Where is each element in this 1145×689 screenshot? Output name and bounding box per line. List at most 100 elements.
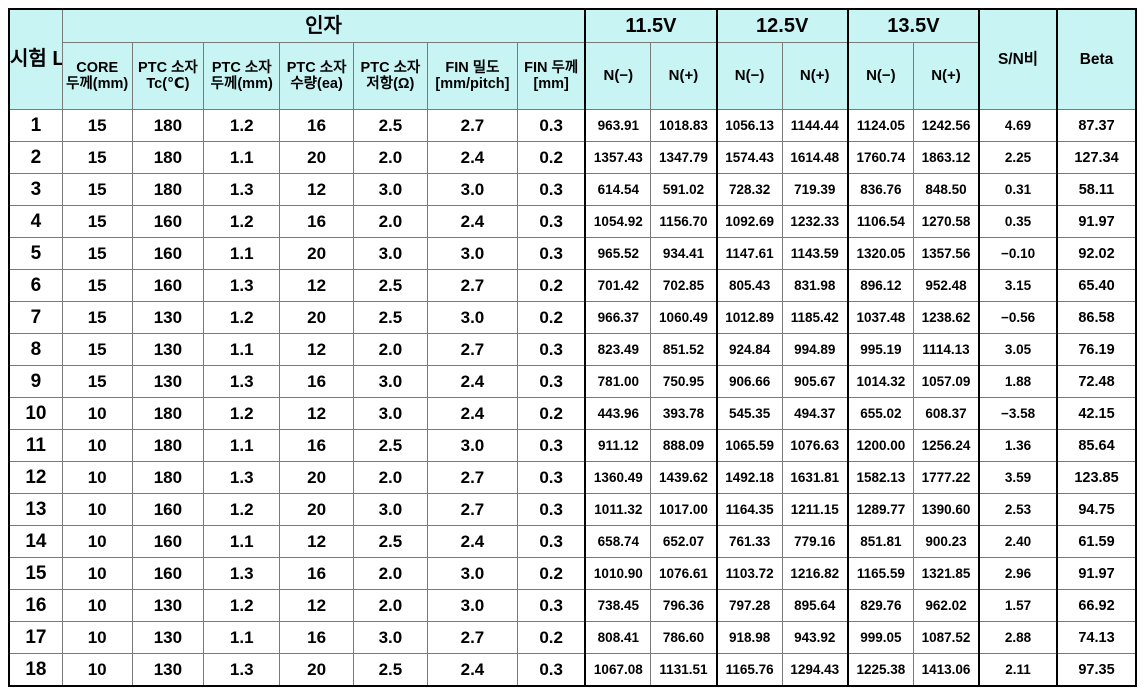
cell-fin-thickness: 0.3 bbox=[517, 205, 586, 238]
cell-n-minus-11-5v: 966.37 bbox=[584, 301, 652, 334]
header-n-plus-12-5v: N(+) bbox=[781, 42, 849, 110]
cell-n-minus-12-5v: 924.84 bbox=[715, 333, 783, 366]
cell-core-thickness: 15 bbox=[61, 301, 133, 334]
cell-ptc-tc: 160 bbox=[131, 493, 205, 526]
cell-n-plus-11-5v: 1156.70 bbox=[650, 205, 718, 238]
cell-ptc-thickness: 1.3 bbox=[203, 461, 281, 494]
header-sn-ratio: S/N비 bbox=[978, 8, 1058, 110]
header-n-plus-11-5v: N(+) bbox=[650, 42, 718, 110]
cell-fin-thickness: 0.3 bbox=[517, 461, 586, 494]
header-fin-density: FIN 밀도 [mm/pitch] bbox=[426, 42, 519, 110]
cell-core-thickness: 15 bbox=[61, 109, 133, 142]
cell-sn-ratio: −3.58 bbox=[978, 397, 1058, 430]
cell-n-minus-11-5v: 963.91 bbox=[584, 109, 652, 142]
header-ptc-thickness-line2: 두께(mm) bbox=[210, 76, 273, 92]
header-n-minus-11-5v: N(−) bbox=[584, 42, 652, 110]
l18-experiment-table: 시험 L18 인자 11.5V 12.5V 13.5V S/N비 Beta CO… bbox=[8, 8, 1137, 687]
cell-fin-thickness: 0.2 bbox=[517, 301, 586, 334]
cell-ptc-quantity: 12 bbox=[279, 525, 354, 558]
cell-beta: 91.97 bbox=[1055, 557, 1137, 590]
cell-n-minus-12-5v: 761.33 bbox=[715, 525, 783, 558]
cell-beta: 74.13 bbox=[1055, 621, 1137, 654]
cell-n-plus-13-5v: 608.37 bbox=[912, 397, 980, 430]
cell-core-thickness: 10 bbox=[61, 653, 133, 687]
cell-n-minus-13-5v: 1124.05 bbox=[846, 109, 914, 142]
cell-beta: 58.11 bbox=[1055, 173, 1137, 206]
cell-ptc-resistance: 2.0 bbox=[353, 205, 428, 238]
cell-n-plus-11-5v: 702.85 bbox=[650, 269, 718, 302]
table-row: 4 15 160 1.2 16 2.0 2.4 0.3 1054.92 1156.70 1092.6… bbox=[8, 205, 1137, 238]
cell-core-thickness: 15 bbox=[61, 333, 133, 366]
cell-fin-density: 2.4 bbox=[426, 205, 519, 238]
cell-ptc-thickness: 1.1 bbox=[203, 237, 281, 270]
cell-ptc-resistance: 2.0 bbox=[353, 333, 428, 366]
cell-sn-ratio: 2.25 bbox=[978, 141, 1058, 174]
cell-n-minus-12-5v: 797.28 bbox=[715, 589, 783, 622]
cell-run-number: 4 bbox=[8, 205, 63, 238]
cell-ptc-tc: 180 bbox=[131, 397, 205, 430]
table-row: 15 10 160 1.3 16 2.0 3.0 0.2 1010.90 1076.61 1103.… bbox=[8, 557, 1137, 590]
cell-n-minus-12-5v: 1056.13 bbox=[715, 109, 783, 142]
cell-n-minus-11-5v: 1357.43 bbox=[584, 141, 652, 174]
cell-ptc-tc: 160 bbox=[131, 557, 205, 590]
cell-n-plus-12-5v: 905.67 bbox=[781, 365, 849, 398]
cell-ptc-quantity: 20 bbox=[279, 141, 354, 174]
cell-ptc-resistance: 3.0 bbox=[353, 621, 428, 654]
cell-n-plus-12-5v: 1631.81 bbox=[781, 461, 849, 494]
cell-sn-ratio: 4.69 bbox=[978, 109, 1058, 142]
cell-core-thickness: 15 bbox=[61, 173, 133, 206]
header-core-thickness-line1: CORE bbox=[76, 59, 119, 76]
cell-sn-ratio: 1.36 bbox=[978, 429, 1058, 462]
cell-n-minus-11-5v: 658.74 bbox=[584, 525, 652, 558]
cell-n-plus-12-5v: 895.64 bbox=[781, 589, 849, 622]
table-row: 10 10 180 1.2 12 3.0 2.4 0.2 443.96 393.78 545.35 4… bbox=[8, 397, 1137, 430]
cell-ptc-thickness: 1.2 bbox=[203, 205, 281, 238]
cell-n-plus-12-5v: 1294.43 bbox=[781, 653, 849, 687]
cell-fin-density: 2.4 bbox=[426, 397, 519, 430]
cell-core-thickness: 15 bbox=[61, 365, 133, 398]
header-run-id-line2: L18 bbox=[52, 48, 61, 70]
cell-n-minus-12-5v: 1147.61 bbox=[715, 237, 783, 270]
cell-fin-thickness: 0.3 bbox=[517, 173, 586, 206]
cell-ptc-thickness: 1.3 bbox=[203, 173, 281, 206]
cell-n-minus-13-5v: 995.19 bbox=[846, 333, 914, 366]
header-group-factors: 인자 bbox=[61, 8, 586, 43]
cell-n-plus-13-5v: 1270.58 bbox=[912, 205, 980, 238]
header-group-12-5v: 12.5V bbox=[715, 8, 849, 43]
cell-fin-thickness: 0.2 bbox=[517, 557, 586, 590]
cell-ptc-quantity: 12 bbox=[279, 173, 354, 206]
cell-ptc-resistance: 2.5 bbox=[353, 429, 428, 462]
cell-n-minus-11-5v: 614.54 bbox=[584, 173, 652, 206]
cell-ptc-resistance: 3.0 bbox=[353, 365, 428, 398]
cell-fin-density: 3.0 bbox=[426, 557, 519, 590]
cell-ptc-quantity: 16 bbox=[279, 365, 354, 398]
header-ptc-tc: PTC 소자 Tc(℃) bbox=[131, 42, 205, 110]
cell-n-minus-13-5v: 851.81 bbox=[846, 525, 914, 558]
cell-fin-density: 2.7 bbox=[426, 269, 519, 302]
cell-n-minus-12-5v: 1164.35 bbox=[715, 493, 783, 526]
header-group-13-5v: 13.5V bbox=[846, 8, 980, 43]
table-row: 13 10 160 1.2 20 3.0 2.7 0.3 1011.32 1017.00 1164.… bbox=[8, 493, 1137, 526]
cell-core-thickness: 10 bbox=[61, 589, 133, 622]
cell-beta: 94.75 bbox=[1055, 493, 1137, 526]
cell-fin-thickness: 0.2 bbox=[517, 397, 586, 430]
cell-run-number: 6 bbox=[8, 269, 63, 302]
cell-run-number: 9 bbox=[8, 365, 63, 398]
table-header: 시험 L18 인자 11.5V 12.5V 13.5V S/N비 Beta CO… bbox=[8, 8, 1137, 110]
cell-n-minus-13-5v: 1225.38 bbox=[846, 653, 914, 687]
cell-n-minus-13-5v: 1165.59 bbox=[846, 557, 914, 590]
cell-core-thickness: 10 bbox=[61, 557, 133, 590]
header-fin-thickness: FIN 두께 [mm] bbox=[517, 42, 586, 110]
cell-ptc-tc: 160 bbox=[131, 269, 205, 302]
cell-ptc-quantity: 16 bbox=[279, 109, 354, 142]
cell-n-minus-11-5v: 781.00 bbox=[584, 365, 652, 398]
cell-n-minus-12-5v: 1492.18 bbox=[715, 461, 783, 494]
cell-ptc-resistance: 2.5 bbox=[353, 525, 428, 558]
cell-n-plus-13-5v: 900.23 bbox=[912, 525, 980, 558]
cell-beta: 65.40 bbox=[1055, 269, 1137, 302]
cell-ptc-resistance: 2.0 bbox=[353, 589, 428, 622]
cell-core-thickness: 10 bbox=[61, 621, 133, 654]
cell-beta: 72.48 bbox=[1055, 365, 1137, 398]
cell-beta: 87.37 bbox=[1055, 109, 1137, 142]
cell-fin-thickness: 0.3 bbox=[517, 493, 586, 526]
